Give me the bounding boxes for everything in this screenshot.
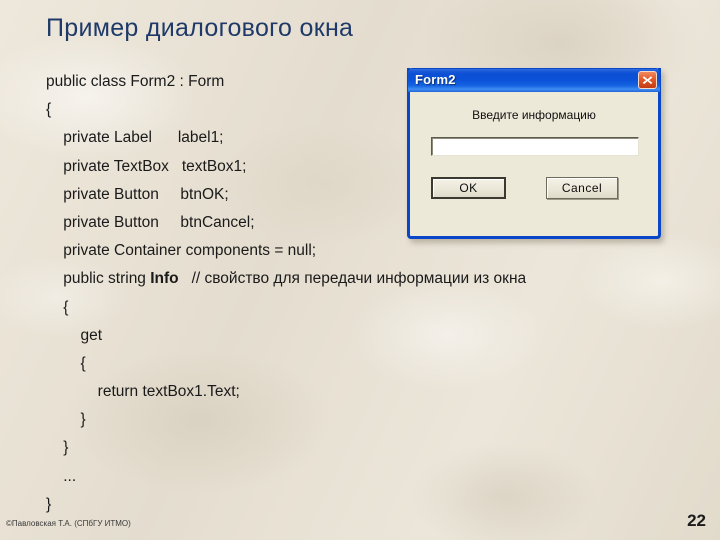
code-line: }: [46, 491, 710, 519]
code-line-text: public string: [46, 270, 151, 288]
code-line-text: {: [46, 101, 52, 119]
code-line-text: }: [46, 439, 69, 457]
dialog-body: Введите информацию OK Cancel: [410, 92, 658, 236]
code-line-text: {: [46, 298, 69, 316]
code-line-text: private Button btnOK;: [46, 185, 229, 203]
code-line: {: [46, 294, 710, 322]
ok-button[interactable]: OK: [431, 177, 506, 199]
code-line-text: private TextBox textBox1;: [46, 157, 247, 175]
code-line-text: private Container components = null;: [46, 242, 317, 260]
dialog-prompt-label: Введите информацию: [472, 108, 596, 122]
code-line: }: [46, 406, 710, 434]
code-identifier-emphasis: Info: [150, 270, 179, 288]
dialog-titlebar[interactable]: Form2: [407, 68, 661, 92]
code-line-text: public class Form2 : Form: [46, 73, 225, 90]
close-x-icon[interactable]: [638, 71, 657, 89]
code-line: get: [46, 322, 710, 350]
code-line-text: private Button btnCancel;: [46, 213, 255, 231]
code-line-text: get: [46, 326, 102, 344]
code-comment: // свойство для передачи информации из о…: [178, 270, 527, 288]
information-input[interactable]: [431, 137, 639, 156]
code-line: return textBox1.Text;: [46, 378, 710, 406]
code-line-text: return textBox1.Text;: [46, 383, 240, 401]
slide-number: 22: [687, 511, 706, 530]
code-line: public string Info // свойство для перед…: [46, 265, 710, 293]
code-line-text: }: [46, 495, 52, 513]
code-line: }: [46, 434, 710, 462]
code-line: private Container components = null;: [46, 237, 710, 265]
code-line: ...: [46, 463, 710, 491]
page-title: Пример диалогового окна: [46, 14, 354, 42]
cancel-button[interactable]: Cancel: [546, 177, 618, 199]
code-line-text: ...: [46, 467, 77, 485]
code-line-text: }: [46, 411, 86, 429]
code-line: {: [46, 350, 710, 378]
code-line-text: private Label label1;: [46, 129, 224, 147]
dialog-title-label: Form2: [415, 72, 456, 87]
footer-copyright: ©Павловская Т.А. (СПбГУ ИТМО): [6, 519, 131, 528]
form2-dialog-window[interactable]: Form2 Введите информацию OK Cancel: [407, 68, 661, 239]
code-line-text: {: [46, 354, 86, 372]
slide-canvas: Пример диалогового окна public class For…: [0, 0, 720, 540]
